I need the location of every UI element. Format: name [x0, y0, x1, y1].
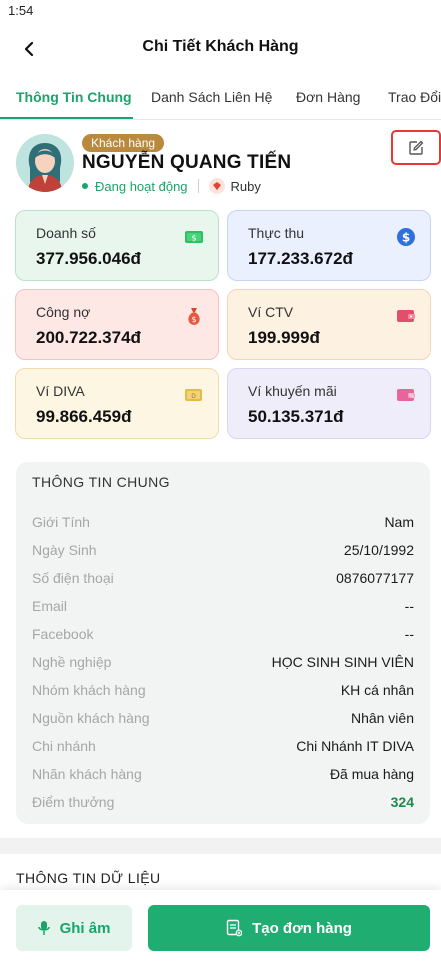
status-row: Đang hoạt động Ruby [82, 178, 261, 194]
info-row-customer-tag: Nhãn khách hàng Đã mua hàng [32, 766, 414, 786]
stat-card-debt[interactable]: Công nợ 200.722.374đ $ [15, 289, 219, 360]
info-label: Điểm thưởng [32, 794, 115, 810]
tab-general-info[interactable]: Thông Tin Chung [16, 89, 132, 105]
stat-value: 177.233.672đ [248, 249, 353, 268]
info-label: Giới Tính [32, 514, 90, 530]
info-value: Chi Nhánh IT DIVA [296, 738, 414, 754]
info-label: Nguồn khách hàng [32, 710, 150, 726]
stat-label: Ví khuyến mãi [248, 383, 337, 399]
info-value: -- [404, 626, 414, 642]
stat-label: Ví CTV [248, 304, 294, 320]
edit-icon [409, 140, 424, 155]
tab-orders[interactable]: Đơn Hàng [296, 89, 360, 105]
status-bar: 1:54 [0, 0, 441, 22]
info-label: Ngày Sinh [32, 542, 97, 558]
stat-value: 199.999đ [248, 328, 320, 347]
info-row-reward-points: Điểm thưởng 324 [32, 794, 414, 814]
info-value: KH cá nhân [340, 682, 414, 698]
info-label: Số điện thoại [32, 570, 114, 586]
info-value: 25/10/1992 [343, 542, 414, 558]
info-label: Nhóm khách hàng [32, 682, 146, 698]
info-value: HỌC SINH SINH VIÊN [271, 654, 414, 670]
avatar [16, 134, 74, 192]
stat-card-sales[interactable]: Doanh số 377.956.046đ $ [15, 210, 219, 281]
page-title: Chi Tiết Khách Hàng [142, 38, 299, 55]
stat-value: 99.866.459đ [36, 407, 132, 426]
svg-text:D: D [191, 393, 196, 400]
section-divider [0, 838, 441, 854]
ruby-rank-icon [208, 178, 225, 194]
stat-card-diva-wallet[interactable]: Ví DIVA 99.866.459đ D [15, 368, 219, 439]
record-button-label: Ghi âm [59, 919, 111, 937]
tab-contact-list[interactable]: Danh Sách Liên Hệ [151, 89, 272, 105]
stat-label: Công nợ [36, 304, 91, 320]
info-row-branch: Chi nhánh Chi Nhánh IT DIVA [32, 738, 414, 758]
customer-type-badge: Khách hàng [82, 134, 165, 152]
money-bag-icon: $ [184, 306, 204, 326]
info-row-birthday: Ngày Sinh 25/10/1992 [32, 542, 414, 562]
customer-profile: Khách hàng NGUYỄN QUANG TIẾN Đang hoạt đ… [0, 128, 441, 198]
promo-wallet-icon: % [396, 385, 416, 405]
info-label: Nhãn khách hàng [32, 766, 142, 782]
record-button[interactable]: Ghi âm [16, 905, 132, 951]
info-label: Nghề nghiệp [32, 654, 112, 670]
svg-text:$: $ [191, 315, 196, 324]
stat-card-ctv-wallet[interactable]: Ví CTV 199.999đ [227, 289, 431, 360]
info-value: 324 [390, 794, 414, 810]
rank-label: Ruby [230, 178, 261, 194]
info-row-email: Email -- [32, 598, 414, 618]
stat-label: Doanh số [36, 225, 96, 241]
tab-bar: Thông Tin Chung Danh Sách Liên Hệ Đơn Hà… [0, 80, 441, 120]
tab-discussion[interactable]: Trao Đổi [388, 89, 441, 105]
create-order-button-label: Tạo đơn hàng [252, 919, 352, 937]
divider [197, 179, 199, 193]
info-value: Đã mua hàng [329, 766, 414, 782]
stat-value: 50.135.371đ [248, 407, 344, 426]
active-tab-indicator [0, 117, 133, 119]
info-row-occupation: Nghề nghiệp HỌC SINH SINH VIÊN [32, 654, 414, 674]
status-time: 1:54 [8, 3, 34, 18]
edit-button[interactable] [391, 130, 441, 165]
status-label: Đang hoạt động [95, 178, 188, 194]
info-label: Facebook [32, 626, 94, 642]
microphone-icon [37, 920, 50, 936]
stat-label: Ví DIVA [36, 383, 85, 399]
info-label: Email [32, 598, 68, 614]
stat-label: Thực thu [248, 225, 305, 241]
customer-name: NGUYỄN QUANG TIẾN [82, 152, 292, 173]
app-header: Chi Tiết Khách Hàng [0, 28, 441, 70]
info-row-customer-group: Nhóm khách hàng KH cá nhân [32, 682, 414, 702]
stat-card-promo-wallet[interactable]: Ví khuyến mãi 50.135.371đ % [227, 368, 431, 439]
dollar-coin-icon: $ [396, 227, 416, 247]
info-label: Chi nhánh [32, 738, 96, 754]
info-row-customer-source: Nguồn khách hàng Nhân viên [32, 710, 414, 730]
info-value: Nhân viên [350, 710, 414, 726]
active-status-dot [82, 183, 88, 189]
cash-icon: $ [184, 227, 204, 247]
general-info-card: THÔNG TIN CHUNG Giới Tính Nam Ngày Sinh 25… [16, 462, 430, 824]
svg-text:%: % [409, 394, 414, 400]
info-value: -- [404, 598, 414, 614]
wallet-icon [396, 306, 416, 326]
svg-text:$: $ [191, 234, 196, 243]
info-value: Nam [384, 514, 414, 530]
info-row-facebook: Facebook -- [32, 626, 414, 646]
stat-value: 377.956.046đ [36, 249, 141, 268]
data-section-title: THÔNG TIN DỮ LIỆU [16, 870, 161, 886]
info-row-phone: Số điện thoại 0876077177 [32, 570, 414, 590]
create-order-button[interactable]: Tạo đơn hàng [148, 905, 430, 951]
svg-text:$: $ [402, 231, 410, 245]
stat-value: 200.722.374đ [36, 328, 141, 347]
wallet-diva-icon: D [184, 385, 204, 405]
info-row-gender: Giới Tính Nam [32, 514, 414, 534]
info-value[interactable]: 0876077177 [336, 570, 414, 586]
bottom-action-bar: Ghi âm Tạo đơn hàng [0, 890, 441, 970]
stat-card-collected[interactable]: Thực thu 177.233.672đ $ [227, 210, 431, 281]
create-order-icon [226, 919, 243, 937]
section-title: THÔNG TIN CHUNG [32, 474, 170, 490]
